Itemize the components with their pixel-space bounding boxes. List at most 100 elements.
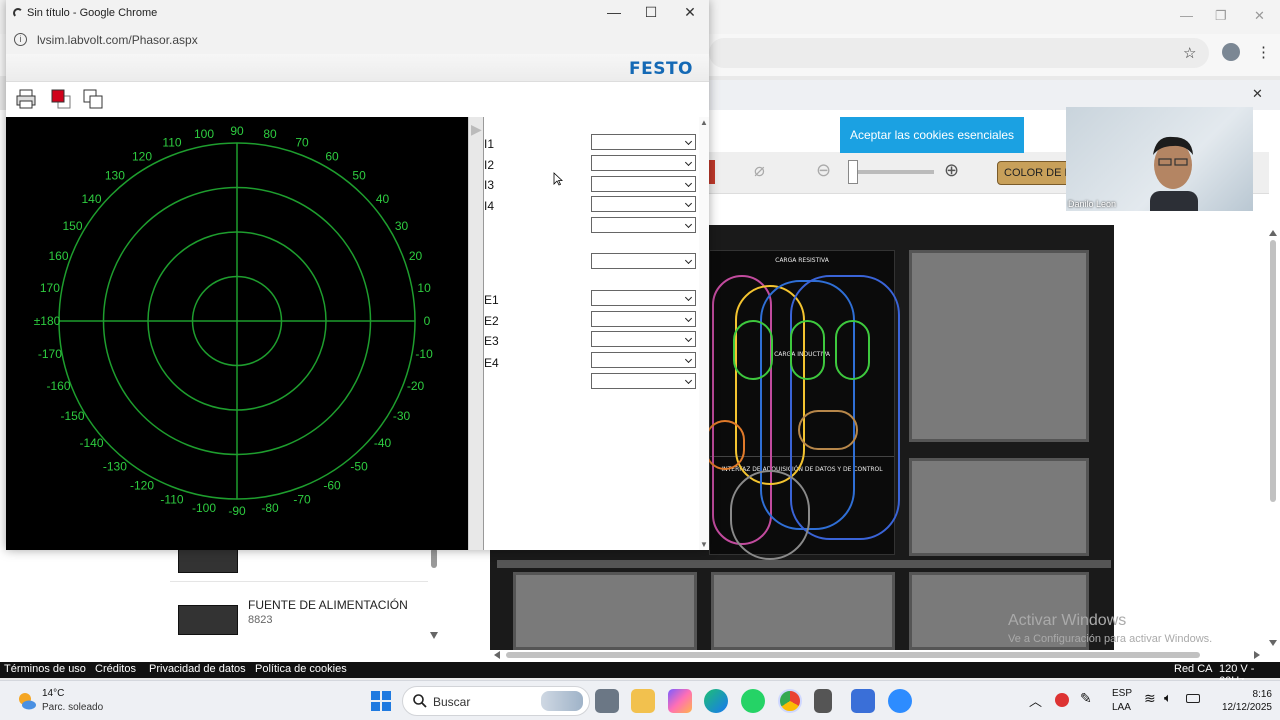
wire-green-3[interactable] — [835, 320, 870, 380]
phasor-diagram[interactable]: 0 10 20 30 40 50 60 70 80 90 100 110 120 130 140 150 160… — [6, 117, 468, 550]
edge-icon[interactable] — [704, 689, 728, 713]
empty-slot[interactable] — [909, 458, 1089, 556]
zoom-out-icon[interactable]: ⊖ — [816, 160, 831, 181]
minimize-icon[interactable]: — — [1180, 8, 1193, 23]
empty-slot[interactable] — [513, 572, 697, 650]
wire-brown[interactable] — [798, 410, 858, 450]
profile-avatar[interactable] — [1222, 43, 1240, 61]
meter-select-e1[interactable] — [591, 290, 696, 306]
product-thumbnail[interactable] — [178, 548, 238, 573]
site-info-icon[interactable]: i — [14, 33, 27, 46]
copilot-icon[interactable] — [668, 689, 692, 713]
footer-link-privacy[interactable]: Privacidad de datos — [149, 663, 246, 675]
list-scrollbar[interactable] — [430, 548, 438, 643]
workspace-vertical-scrollbar[interactable] — [1268, 228, 1278, 648]
print-icon[interactable] — [15, 88, 37, 110]
volume-icon[interactable]: 🔈︎ — [1164, 690, 1172, 706]
taskbar-search[interactable]: Buscar — [402, 686, 590, 716]
angle-label: 110 — [162, 136, 181, 150]
bookmark-star-icon[interactable]: ☆ — [1183, 44, 1196, 62]
angle-label: 60 — [325, 150, 339, 164]
clock-time: 8:16 — [1252, 689, 1272, 700]
video-call-overlay[interactable]: Danilo Leon — [1066, 107, 1253, 211]
chrome-icon[interactable] — [778, 689, 802, 713]
keyboard-layout[interactable]: LAA — [1112, 702, 1131, 713]
angle-label: 160 — [48, 249, 68, 263]
whatsapp-icon[interactable] — [741, 689, 765, 713]
close-icon[interactable]: ✕ — [680, 4, 700, 21]
angle-label: 130 — [105, 169, 125, 183]
zoom-slider-track[interactable] — [852, 170, 934, 174]
phasor-popup-window: Sin título - Google Chrome — ☐ ✕ i lvsim… — [6, 0, 709, 550]
store-icon[interactable] — [851, 689, 875, 713]
wire-orange[interactable] — [705, 420, 745, 470]
start-icon[interactable] — [371, 691, 391, 711]
meter-select-e3[interactable] — [591, 331, 696, 347]
wifi-icon[interactable]: ≋ — [1144, 690, 1156, 707]
file-explorer-icon[interactable] — [631, 689, 655, 713]
clear-icon[interactable] — [50, 88, 72, 110]
footer-link-credits[interactable]: Créditos — [95, 663, 136, 675]
popup-header: FESTO — [6, 54, 709, 82]
product-thumbnail[interactable] — [178, 605, 238, 635]
task-view-icon[interactable] — [595, 689, 619, 713]
zoom-slider-thumb[interactable] — [848, 160, 858, 184]
close-icon[interactable]: ✕ — [1254, 8, 1265, 24]
zoom-app-icon[interactable] — [888, 689, 912, 713]
product-name[interactable]: FUENTE DE ALIMENTACIÓN — [248, 598, 408, 612]
meter-select-i4[interactable] — [591, 196, 696, 212]
collapse-arrow-icon[interactable]: ▶ — [471, 121, 482, 138]
phasor-toolbar — [6, 82, 709, 117]
meter-select-i5[interactable] — [591, 217, 696, 233]
calculator-icon[interactable] — [814, 689, 832, 713]
accept-cookies-button[interactable]: Aceptar las cookies esenciales — [840, 117, 1024, 153]
scroll-down-icon[interactable]: ▼ — [700, 540, 708, 549]
menu-icon[interactable]: ⋮ — [1256, 43, 1271, 61]
footer-link-cookies[interactable]: Política de cookies — [255, 663, 347, 675]
wire-green-2[interactable] — [790, 320, 825, 380]
wire-gray[interactable] — [730, 470, 810, 560]
popup-scrollbar[interactable]: ▲ ▼ — [699, 117, 709, 550]
search-highlight-image — [541, 691, 583, 711]
meter-select-e4[interactable] — [591, 352, 696, 368]
meter-select-i1[interactable] — [591, 134, 696, 150]
phasor-tool-icon[interactable]: ⌀ — [754, 160, 765, 181]
color-button[interactable]: COLOR DE LO — [997, 161, 1077, 185]
battery-icon[interactable] — [1186, 694, 1200, 703]
pen-icon[interactable]: ✎ — [1080, 690, 1092, 707]
meter-select-e2[interactable] — [591, 311, 696, 327]
meter-select-i2[interactable] — [591, 155, 696, 171]
zoom-in-icon[interactable]: ⊕ — [944, 160, 959, 181]
search-label: Buscar — [433, 695, 471, 709]
empty-slot[interactable] — [909, 250, 1089, 442]
maximize-icon[interactable]: ☐ — [641, 4, 661, 21]
minimize-icon[interactable]: — — [604, 4, 624, 20]
angle-label: 50 — [352, 169, 366, 183]
panel-splitter[interactable]: ▶ — [468, 117, 484, 550]
weather-icon[interactable] — [17, 691, 37, 711]
angle-label: -10 — [415, 347, 433, 361]
meter-label-e2: E2 — [484, 314, 499, 328]
meter-select-e5[interactable] — [591, 373, 696, 389]
popup-title: Sin título - Google Chrome — [27, 7, 158, 19]
background-address-bar[interactable] — [709, 38, 1209, 68]
meter-select-i3[interactable] — [591, 176, 696, 192]
weather-temperature: 14°C — [42, 688, 65, 699]
meter-select-reference[interactable] — [591, 253, 696, 269]
tray-app-icon[interactable] — [1055, 693, 1069, 707]
wire-green[interactable] — [733, 320, 773, 380]
maximize-icon[interactable]: ❐ — [1215, 8, 1227, 24]
scroll-up-icon[interactable]: ▲ — [700, 118, 708, 127]
tray-chevron-icon[interactable]: ︿ — [1029, 691, 1042, 710]
language-indicator[interactable]: ESP — [1112, 688, 1132, 699]
popup-url-bar[interactable]: i lvsim.labvolt.com/Phasor.aspx — [6, 28, 709, 54]
infobar-close-icon[interactable]: ✕ — [1252, 86, 1263, 102]
footer-link-terms[interactable]: Términos de uso — [4, 663, 86, 675]
festo-logo: FESTO — [628, 59, 693, 79]
system-clock[interactable]: 8:16 12/12/2025 — [1212, 688, 1272, 714]
empty-slot[interactable] — [711, 572, 895, 650]
copy-icon[interactable] — [82, 88, 104, 110]
popup-titlebar[interactable]: Sin título - Google Chrome — ☐ ✕ — [6, 0, 709, 28]
popup-url[interactable]: lvsim.labvolt.com/Phasor.aspx — [37, 33, 198, 47]
workspace-horizontal-scrollbar[interactable] — [492, 650, 1262, 660]
